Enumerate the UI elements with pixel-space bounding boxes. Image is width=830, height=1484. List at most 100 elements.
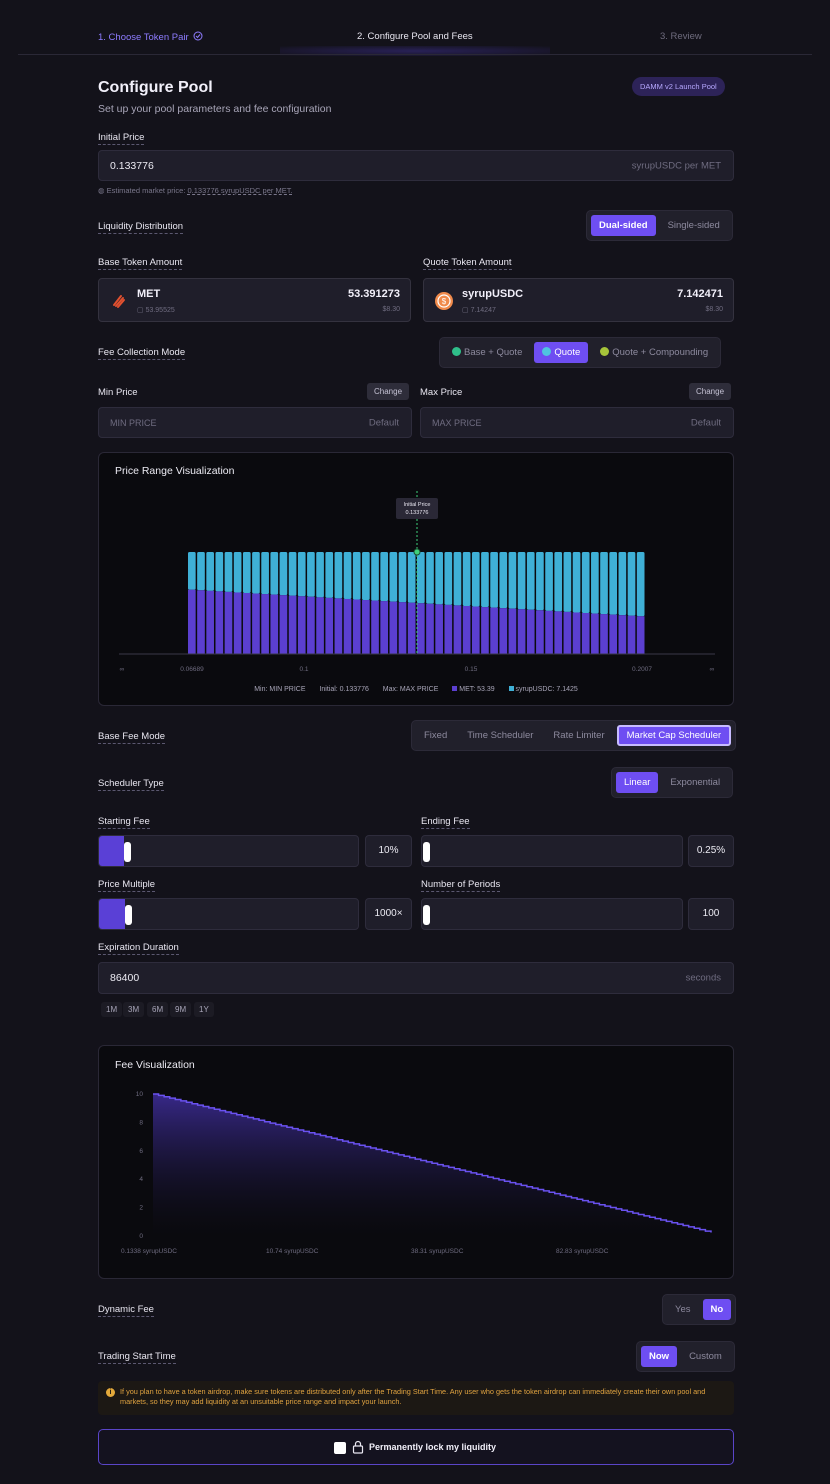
x-tick-label: 38.31 syrupUSDC bbox=[411, 1248, 464, 1255]
quote-liquidity-bar bbox=[224, 552, 233, 592]
max-price-change-button[interactable]: Change bbox=[689, 383, 732, 400]
starting-fee-slider[interactable] bbox=[98, 835, 359, 867]
legend-min: Min: MIN PRICE bbox=[254, 686, 306, 693]
preset-1m[interactable]: 1M bbox=[101, 1002, 123, 1017]
hint-prefix: Estimated market price: bbox=[106, 186, 188, 195]
y-tick-label: 2 bbox=[139, 1205, 143, 1212]
max-price-placeholder: MAX PRICE bbox=[432, 417, 482, 428]
max-price-input[interactable]: MAX PRICE Default bbox=[420, 407, 734, 438]
quote-liquidity-bar bbox=[389, 552, 398, 602]
base-liquidity-bar bbox=[618, 615, 627, 654]
base-liquidity-bar bbox=[197, 590, 205, 654]
number-of-periods-value[interactable]: 100 bbox=[688, 898, 734, 930]
liquidity-distribution-toggle: Dual-sided Single-sided bbox=[586, 210, 733, 241]
exponential-option[interactable]: Exponential bbox=[662, 772, 728, 793]
x-tick-label: 0.1338 syrupUSDC bbox=[121, 1248, 177, 1255]
trading-start-now[interactable]: Now bbox=[641, 1346, 678, 1367]
quote-liquidity-bar bbox=[188, 552, 196, 590]
base-token-input[interactable]: MET ▢ 53.95525 53.391273 $8.30 bbox=[98, 278, 411, 322]
quote-liquidity-bar bbox=[508, 552, 517, 609]
base-quote-option[interactable]: Base + Quote bbox=[444, 342, 530, 363]
estimated-price-link[interactable]: 0.133776 syrupUSDC per MET. bbox=[188, 186, 293, 195]
pool-type-badge: DAMM v2 Launch Pool bbox=[632, 77, 725, 96]
min-price-change-button[interactable]: Change bbox=[367, 383, 410, 400]
base-liquidity-bar bbox=[499, 608, 508, 654]
quote-option[interactable]: Quote bbox=[534, 342, 589, 363]
airdrop-warning: i If you plan to have a token airdrop, m… bbox=[98, 1381, 734, 1415]
number-of-periods-slider[interactable] bbox=[421, 898, 683, 930]
quote-compounding-option[interactable]: Quote + Compounding bbox=[592, 342, 716, 363]
quote-liquidity-bar bbox=[197, 552, 205, 591]
quote-liquidity-bar bbox=[307, 552, 315, 597]
price-multiple-slider[interactable] bbox=[98, 898, 359, 930]
base-liquidity-bar bbox=[453, 605, 462, 654]
starting-fee-value[interactable]: 10% bbox=[365, 835, 412, 867]
quote-liquidity-bar bbox=[316, 552, 324, 598]
slider-handle[interactable] bbox=[124, 842, 131, 862]
step-choose-token-pair[interactable]: 1. Choose Token Pair bbox=[98, 31, 203, 43]
max-price-label: Max Price bbox=[420, 387, 463, 398]
legend-usdc: syrupUSDC: 7.1425 bbox=[515, 686, 578, 693]
base-liquidity-bar bbox=[352, 599, 361, 654]
y-tick-label: 4 bbox=[139, 1176, 143, 1183]
x-tick-label: 10.74 syrupUSDC bbox=[266, 1248, 319, 1255]
expiration-value: 86400 bbox=[110, 972, 140, 984]
price-multiple-label: Price Multiple bbox=[98, 879, 156, 892]
step-configure-pool[interactable]: 2. Configure Pool and Fees bbox=[357, 31, 473, 42]
base-liquidity-bar bbox=[471, 606, 480, 654]
quote-liquidity-bar bbox=[591, 552, 599, 614]
expiration-duration-input[interactable]: 86400 seconds bbox=[98, 962, 734, 994]
step-review[interactable]: 3. Review bbox=[660, 31, 702, 42]
quote-liquidity-bar bbox=[618, 552, 627, 616]
dual-sided-option[interactable]: Dual-sided bbox=[591, 215, 656, 236]
slider-handle[interactable] bbox=[125, 905, 132, 925]
preset-6m[interactable]: 6M bbox=[147, 1002, 169, 1017]
dynamic-fee-toggle: Yes No bbox=[662, 1294, 737, 1325]
max-price-default: Default bbox=[690, 417, 721, 428]
min-price-input[interactable]: MIN PRICE Default bbox=[98, 407, 412, 438]
slider-handle[interactable] bbox=[423, 905, 430, 925]
market-cap-scheduler-option[interactable]: Market Cap Scheduler bbox=[616, 725, 732, 746]
x-tick-label: 82.83 syrupUSDC bbox=[556, 1248, 609, 1255]
base-liquidity-bar bbox=[316, 597, 324, 654]
base-liquidity-bar bbox=[233, 592, 242, 654]
single-sided-option[interactable]: Single-sided bbox=[660, 215, 728, 236]
quote-liquidity-bar bbox=[206, 552, 214, 591]
price-multiple-value[interactable]: 1000× bbox=[365, 898, 412, 930]
base-liquidity-bar bbox=[609, 614, 618, 654]
rate-limiter-option[interactable]: Rate Limiter bbox=[545, 725, 612, 746]
check-circle-icon bbox=[193, 31, 203, 41]
quote-liquidity-bar bbox=[609, 552, 618, 615]
trading-start-custom[interactable]: Custom bbox=[681, 1346, 730, 1367]
lock-liquidity-checkbox[interactable] bbox=[334, 1442, 346, 1454]
base-token-amount[interactable]: 53.391273 bbox=[348, 288, 400, 300]
preset-9m[interactable]: 9M bbox=[170, 1002, 192, 1017]
dynamic-fee-yes[interactable]: Yes bbox=[667, 1299, 699, 1320]
lock-liquidity-option[interactable]: Permanently lock my liquidity bbox=[98, 1429, 734, 1465]
slider-handle[interactable] bbox=[423, 842, 430, 862]
time-scheduler-option[interactable]: Time Scheduler bbox=[459, 725, 541, 746]
base-fee-mode-toggle: Fixed Time Scheduler Rate Limiter Market… bbox=[411, 720, 737, 751]
quote-liquidity-bar bbox=[545, 552, 553, 611]
ending-fee-value[interactable]: 0.25% bbox=[688, 835, 734, 867]
preset-1y[interactable]: 1Y bbox=[194, 1002, 214, 1017]
fee-visualization-panel: Fee Visualization 0 2 4 6 8 10 0.1338 syrupUS… bbox=[98, 1045, 734, 1279]
min-price-placeholder: MIN PRICE bbox=[110, 417, 157, 428]
ending-fee-label: Ending Fee bbox=[421, 816, 470, 829]
initial-price-input[interactable]: 0.133776 syrupUSDC per MET bbox=[98, 150, 734, 181]
base-liquidity-bar bbox=[242, 592, 251, 654]
fixed-option[interactable]: Fixed bbox=[416, 725, 455, 746]
quote-liquidity-bar bbox=[563, 552, 572, 612]
ending-fee-slider[interactable] bbox=[421, 835, 683, 867]
dynamic-fee-no[interactable]: No bbox=[702, 1299, 732, 1320]
quote-token-amount[interactable]: 7.142471 bbox=[677, 288, 723, 300]
base-liquidity-bar bbox=[636, 616, 645, 654]
base-liquidity-bar bbox=[334, 598, 343, 654]
quote-liquidity-bar bbox=[398, 552, 407, 603]
preset-3m[interactable]: 3M bbox=[123, 1002, 145, 1017]
linear-option[interactable]: Linear bbox=[616, 772, 659, 793]
quote-liquidity-bar bbox=[499, 552, 508, 609]
quote-liquidity-bar bbox=[481, 552, 489, 608]
base-liquidity-bar bbox=[572, 612, 581, 654]
quote-token-input[interactable]: $ syrupUSDC ▢ 7.14247 7.142471 $8.30 bbox=[423, 278, 734, 322]
